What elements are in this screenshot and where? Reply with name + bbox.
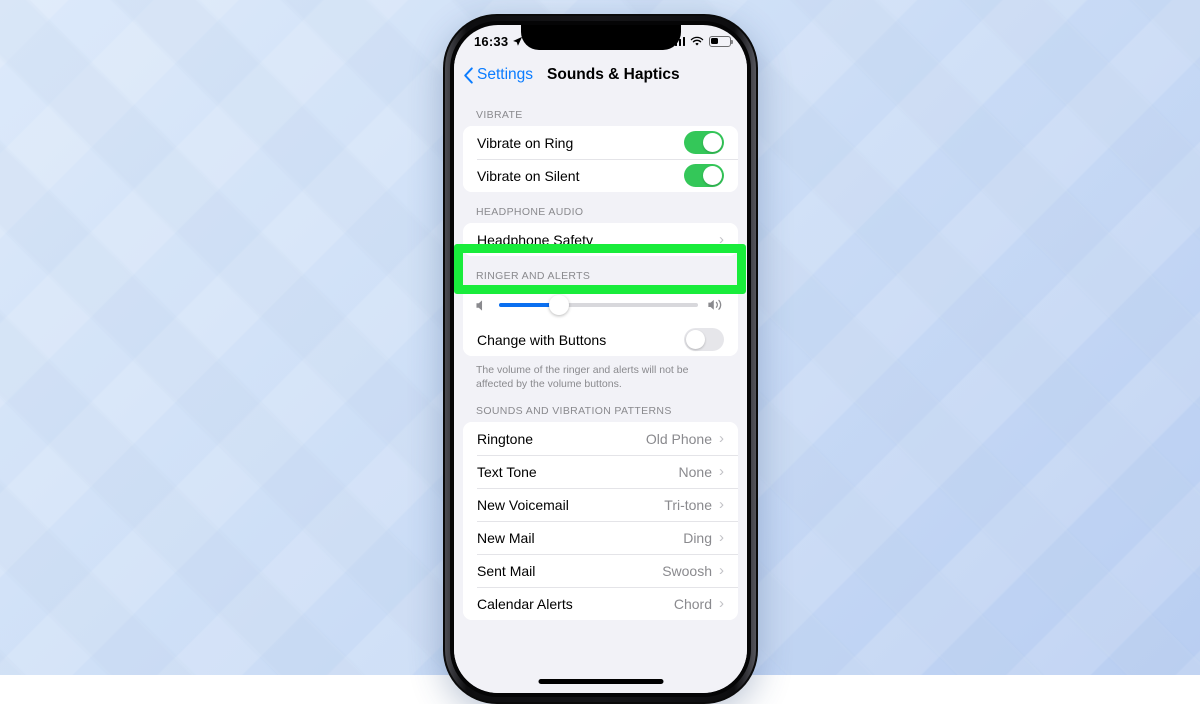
row-new-mail[interactable]: New Mail Ding › — [463, 521, 738, 554]
status-bar-left: 16:33 — [474, 34, 523, 49]
chevron-left-icon — [463, 67, 474, 84]
navigation-bar: Settings Sounds & Haptics — [454, 55, 747, 95]
row-label: New Voicemail — [477, 497, 664, 513]
iphone-device-frame: 16:33 Settings — [443, 14, 758, 704]
wifi-icon — [690, 36, 704, 47]
row-label: New Mail — [477, 530, 683, 546]
section-header-headphone-audio: HEADPHONE AUDIO — [454, 192, 747, 223]
toggle-knob — [703, 166, 723, 186]
status-bar: 16:33 — [454, 25, 747, 55]
chevron-right-icon: › — [719, 596, 724, 611]
battery-icon — [709, 36, 731, 47]
chevron-right-icon: › — [719, 464, 724, 479]
back-button-label: Settings — [477, 66, 533, 84]
row-ringtone[interactable]: Ringtone Old Phone › — [463, 422, 738, 455]
row-value: Ding — [683, 530, 712, 546]
row-label: Calendar Alerts — [477, 596, 674, 612]
chevron-right-icon: › — [719, 431, 724, 446]
row-label: Vibrate on Silent — [477, 168, 684, 184]
volume-low-icon — [475, 299, 490, 312]
row-label: Vibrate on Ring — [477, 135, 684, 151]
row-label: Text Tone — [477, 464, 679, 480]
row-change-with-buttons[interactable]: Change with Buttons — [463, 323, 738, 356]
settings-content[interactable]: VIBRATE Vibrate on Ring Vibrate on Silen… — [454, 95, 747, 693]
iphone-screen: 16:33 Settings — [454, 25, 747, 693]
section-header-ringer-and-alerts: RINGER AND ALERTS — [454, 256, 747, 287]
toggle-change-with-buttons[interactable] — [684, 328, 724, 351]
row-value: Tri-tone — [664, 497, 712, 513]
row-headphone-safety[interactable]: Headphone Safety › — [463, 223, 738, 256]
section-header-sounds-and-vibration-patterns: SOUNDS AND VIBRATION PATTERNS — [454, 391, 747, 422]
chevron-right-icon: › — [719, 563, 724, 578]
row-label: Change with Buttons — [477, 332, 684, 348]
ringer-volume-slider-row[interactable] — [463, 287, 738, 323]
chevron-right-icon: › — [719, 232, 724, 247]
section-card-sounds-and-vibration-patterns: Ringtone Old Phone › Text Tone None › Ne… — [463, 422, 738, 620]
section-card-ringer-and-alerts: Change with Buttons — [463, 287, 738, 356]
ringer-volume-thumb[interactable] — [549, 295, 569, 315]
toggle-vibrate-on-silent[interactable] — [684, 164, 724, 187]
chevron-right-icon: › — [719, 530, 724, 545]
row-value: None — [679, 464, 712, 480]
toggle-vibrate-on-ring[interactable] — [684, 131, 724, 154]
home-indicator — [538, 679, 663, 684]
cellular-bars-icon — [671, 36, 686, 46]
row-vibrate-on-silent[interactable]: Vibrate on Silent — [463, 159, 738, 192]
toggle-knob — [686, 330, 706, 350]
page-title: Sounds & Haptics — [547, 66, 680, 84]
chevron-right-icon: › — [719, 497, 724, 512]
row-value: Old Phone — [646, 431, 712, 447]
section-card-headphone-audio: Headphone Safety › — [463, 223, 738, 256]
ringer-volume-track[interactable] — [499, 303, 698, 307]
status-bar-right — [671, 36, 732, 47]
location-arrow-icon — [512, 36, 523, 47]
status-bar-clock: 16:33 — [474, 34, 508, 49]
row-value: Swoosh — [662, 563, 712, 579]
row-calendar-alerts[interactable]: Calendar Alerts Chord › — [463, 587, 738, 620]
section-header-vibrate: VIBRATE — [454, 95, 747, 126]
section-card-vibrate: Vibrate on Ring Vibrate on Silent — [463, 126, 738, 192]
row-sent-mail[interactable]: Sent Mail Swoosh › — [463, 554, 738, 587]
row-label: Ringtone — [477, 431, 646, 447]
row-text-tone[interactable]: Text Tone None › — [463, 455, 738, 488]
row-new-voicemail[interactable]: New Voicemail Tri-tone › — [463, 488, 738, 521]
back-button[interactable]: Settings — [463, 66, 533, 84]
row-value: Chord — [674, 596, 712, 612]
toggle-knob — [703, 133, 723, 153]
row-label: Headphone Safety — [477, 232, 719, 248]
row-vibrate-on-ring[interactable]: Vibrate on Ring — [463, 126, 738, 159]
ringer-footnote: The volume of the ringer and alerts will… — [454, 356, 747, 391]
volume-high-icon — [707, 298, 726, 312]
row-label: Sent Mail — [477, 563, 662, 579]
